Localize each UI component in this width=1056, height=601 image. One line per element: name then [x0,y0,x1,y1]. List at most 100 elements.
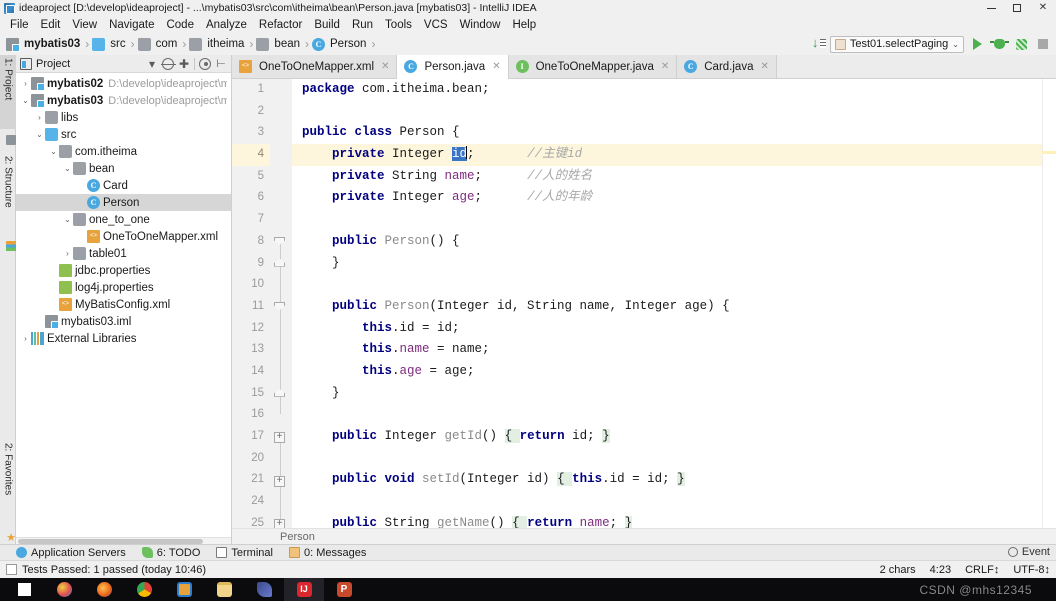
code-line[interactable] [302,274,1042,296]
menu-item-refactor[interactable]: Refactor [253,18,308,32]
code-line[interactable]: private Integer id; //主键id [292,144,1042,166]
tree-item[interactable]: log4j.properties [16,279,231,296]
tree-item[interactable]: C Card [16,177,231,194]
caret-position-label[interactable]: 4:23 [930,564,951,576]
folder-icon[interactable] [204,578,244,601]
tree-item[interactable]: <> OneToOneMapper.xml [16,228,231,245]
error-stripe-gutter[interactable] [1042,79,1056,528]
code-line[interactable]: } [302,253,1042,275]
code-line[interactable]: this.age = age; [302,361,1042,383]
code-line[interactable]: this.name = name; [302,339,1042,361]
chevron-down-icon[interactable]: ⌄ [62,164,73,173]
powerpoint-icon[interactable]: P [324,578,364,601]
code-text[interactable]: package com.itheima.bean; public class P… [292,79,1042,528]
expand-all-icon[interactable]: ✚ [178,58,190,70]
code-line[interactable]: this.id = id; [302,318,1042,340]
tree-item[interactable]: mybatis03.iml [16,313,231,330]
tool-window-application-servers[interactable]: Application Servers [16,547,126,559]
firefox-icon[interactable] [84,578,124,601]
tree-item[interactable]: › External Libraries [16,330,231,347]
event-log-button[interactable]: Event [1007,544,1050,560]
sidebar-item-structure[interactable]: 2: Structure [0,153,16,235]
run-configuration-selector[interactable]: Test01.selectPaging ⌄ [829,35,964,53]
breadcrumb-item-src[interactable]: src [92,37,127,51]
coverage-button[interactable] [1012,35,1030,53]
explorer-icon[interactable] [164,578,204,601]
editor-tab-onetoonemapper-xml[interactable]: <> OneToOneMapper.xml ✕ [232,55,398,78]
tree-item[interactable]: ⌄ mybatis03 D:\develop\ideaproject\m [16,92,231,109]
menu-item-file[interactable]: File [4,18,35,32]
code-line[interactable]: public Person() { [302,231,1042,253]
menu-item-navigate[interactable]: Navigate [103,18,160,32]
menu-item-run[interactable]: Run [346,18,379,32]
close-button[interactable]: ✕ [1030,0,1056,16]
tree-item[interactable]: ⌄ com.itheima [16,143,231,160]
breadcrumb-item-mybatis03[interactable]: mybatis03 [6,37,82,52]
minimize-button[interactable] [978,0,1004,16]
tree-item[interactable]: › table01 [16,245,231,262]
chevron-right-icon[interactable]: › [62,249,73,258]
close-icon[interactable]: ✕ [381,61,389,72]
hide-panel-icon[interactable]: ⊢ [215,58,227,70]
chevron-down-icon[interactable]: ⌄ [62,215,73,224]
chevron-down-icon[interactable]: ⌄ [34,130,45,139]
chevron-right-icon[interactable]: › [20,79,31,88]
editor-breadcrumb[interactable]: Person [232,528,1056,544]
fold-expand-icon[interactable] [274,475,285,487]
breadcrumb-item-person[interactable]: C Person [312,37,368,51]
start-icon[interactable] [4,578,44,601]
code-line[interactable]: private Integer age; //人的年龄 [302,187,1042,209]
code-line[interactable] [302,448,1042,470]
code-line[interactable] [302,101,1042,123]
close-icon[interactable]: ✕ [760,61,768,72]
line-separator-label[interactable]: CRLF↕ [965,564,999,576]
tree-item[interactable]: ⌄ one_to_one [16,211,231,228]
sidebar-item-favorites[interactable]: 2: Favorites [0,440,16,526]
update-project-icon[interactable] [812,35,826,51]
menu-item-code[interactable]: Code [160,18,200,32]
menu-item-help[interactable]: Help [506,18,542,32]
tree-item[interactable]: › libs [16,109,231,126]
code-line[interactable]: public Integer getId() { return id; } [302,426,1042,448]
tool-window-6-todo[interactable]: 6: TODO [141,547,200,559]
code-line[interactable] [302,404,1042,426]
chevron-down-icon[interactable]: ⌄ [48,147,59,156]
code-line[interactable]: public Person(Integer id, String name, I… [302,296,1042,318]
close-icon[interactable]: ✕ [661,61,669,72]
settings-gear-icon[interactable] [199,57,211,70]
chevron-right-icon[interactable]: › [34,113,45,122]
menu-item-vcs[interactable]: VCS [418,18,454,32]
chrome-icon[interactable] [124,578,164,601]
breadcrumb-item-itheima[interactable]: itheima [189,37,246,51]
menu-item-edit[interactable]: Edit [35,18,67,32]
fold-expand-icon[interactable] [274,431,285,444]
sidebar-item-project[interactable]: 1: Project [0,55,16,129]
encoding-label[interactable]: UTF-8↕ [1013,564,1050,576]
tool-window-0-messages[interactable]: 0: Messages [288,547,366,559]
code-line[interactable]: public class Person { [302,122,1042,144]
tree-item[interactable]: C Person [16,194,231,211]
chevron-right-icon[interactable]: › [20,334,31,343]
chevron-down-icon[interactable]: ▾ [146,58,158,70]
breadcrumb-item-bean[interactable]: bean [256,37,302,51]
code-line[interactable] [302,491,1042,513]
code-line[interactable]: public String getName() { return name; } [302,513,1042,528]
code-folding-gutter[interactable] [270,79,292,528]
close-icon[interactable]: ✕ [492,61,500,72]
code-line[interactable] [302,209,1042,231]
maximize-button[interactable] [1004,0,1030,16]
tree-item[interactable]: ⌄ bean [16,160,231,177]
editor-tab-onetoonemapper-java[interactable]: I OneToOneMapper.java ✕ [508,55,678,78]
menu-item-window[interactable]: Window [454,18,507,32]
menu-item-view[interactable]: View [66,18,103,32]
code-line[interactable]: public void setId(Integer id) { this.id … [302,469,1042,491]
tree-item[interactable]: › mybatis02 D:\develop\ideaproject\m [16,75,231,92]
intellij-icon[interactable]: IJ [284,578,324,601]
fold-expand-icon[interactable] [274,518,285,528]
menu-item-build[interactable]: Build [308,18,346,32]
code-line[interactable]: private String name; //人的姓名 [302,166,1042,188]
tool-window-terminal[interactable]: Terminal [216,547,273,559]
editor-tab-card-java[interactable]: C Card.java ✕ [677,55,777,78]
menu-item-tools[interactable]: Tools [379,18,418,32]
code-line[interactable]: } [302,383,1042,405]
